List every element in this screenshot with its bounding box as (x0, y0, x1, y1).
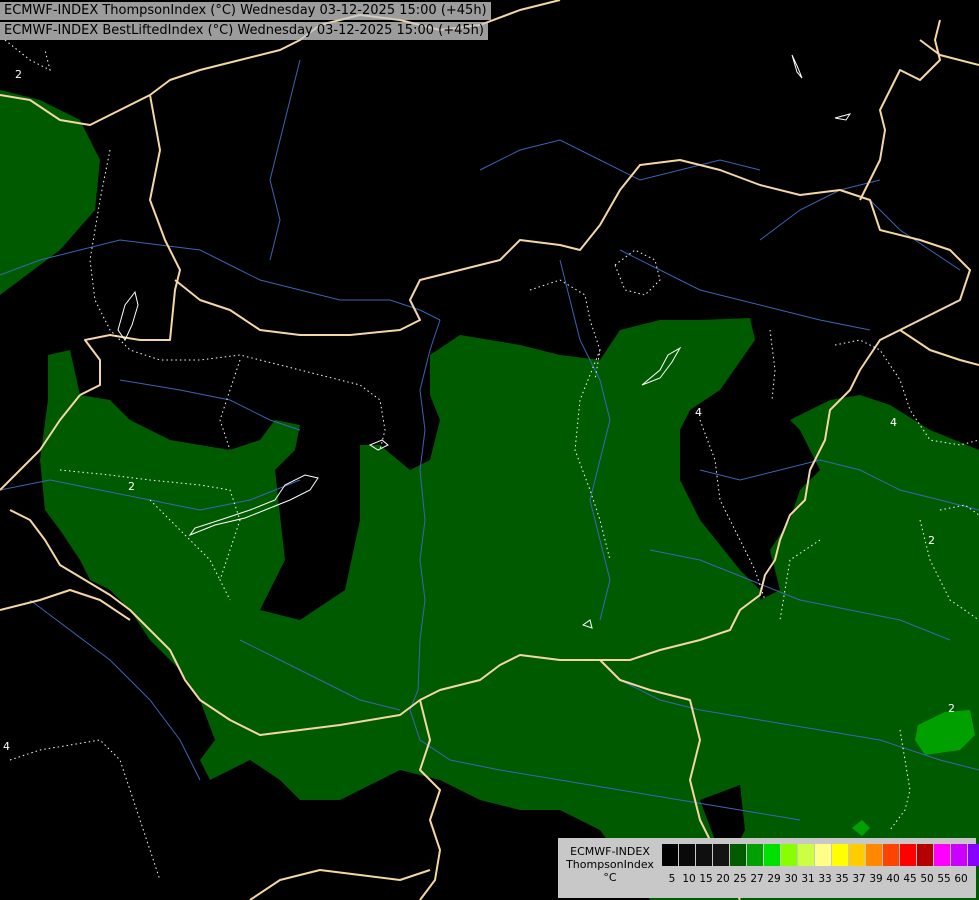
legend-swatch (662, 844, 679, 866)
legend-tick-label: 29 (767, 873, 781, 885)
legend-swatch (781, 844, 798, 866)
legend-swatch (968, 844, 979, 866)
legend-swatch (764, 844, 781, 866)
map-title-line-1: ECMWF-INDEX ThompsonIndex (°C) Wednesday… (0, 2, 491, 20)
contour-label-west: 2 (128, 480, 135, 493)
legend-swatch (934, 844, 951, 866)
legend-parameter: ThompsonIndex (566, 858, 654, 871)
legend-swatch (815, 844, 832, 866)
legend-swatch (900, 844, 917, 866)
legend-tick-label: 5 (668, 873, 676, 885)
legend-swatch (883, 844, 900, 866)
legend-swatch (713, 844, 730, 866)
legend-swatch (679, 844, 696, 866)
legend-label: ECMWF-INDEX ThompsonIndex °C (562, 845, 658, 884)
contour-label-northeast: 4 (890, 416, 897, 429)
legend-tick-label: 30 (784, 873, 798, 885)
legend-tick-label: 40 (886, 873, 900, 885)
legend-tick-label: 27 (750, 873, 764, 885)
legend-model: ECMWF-INDEX (570, 845, 650, 858)
legend-tick-label: 33 (818, 873, 832, 885)
legend-tick-label: 55 (937, 873, 951, 885)
contour-label-east: 2 (928, 534, 935, 547)
legend-swatch (730, 844, 747, 866)
legend-tick-label: 15 (699, 873, 713, 885)
legend-tick-label: 60 (954, 873, 968, 885)
contour-label-southwest: 4 (3, 740, 10, 753)
legend-swatch (696, 844, 713, 866)
legend-swatch (849, 844, 866, 866)
legend-tick-label: 35 (835, 873, 849, 885)
legend-swatch (798, 844, 815, 866)
legend-tick-label: 45 (903, 873, 917, 885)
legend-tick-label: 31 (801, 873, 815, 885)
legend-swatch (832, 844, 849, 866)
legend-swatch (747, 844, 764, 866)
legend-tick-label: 37 (852, 873, 866, 885)
contour-label-central: 4 (695, 406, 702, 419)
legend-swatch (951, 844, 968, 866)
map-title-line-2: ECMWF-INDEX BestLiftedIndex (°C) Wednesd… (0, 22, 488, 40)
weather-map: 2 2 2 2 4 4 4 (0, 0, 979, 900)
legend-tick-label: 50 (920, 873, 934, 885)
legend-tick-label: 25 (733, 873, 747, 885)
contour-label-nw: 2 (15, 68, 22, 81)
contour-label-southeast: 2 (948, 702, 955, 715)
legend-swatches (662, 844, 979, 866)
color-scale-legend: ECMWF-INDEX ThompsonIndex °C 5 10 15 20 25 27… (558, 838, 979, 898)
legend-swatch (917, 844, 934, 866)
legend-tick-label: 10 (682, 873, 696, 885)
legend-tick-label: 39 (869, 873, 883, 885)
legend-tick-label: 20 (716, 873, 730, 885)
legend-unit: °C (603, 871, 617, 884)
legend-swatch (866, 844, 883, 866)
